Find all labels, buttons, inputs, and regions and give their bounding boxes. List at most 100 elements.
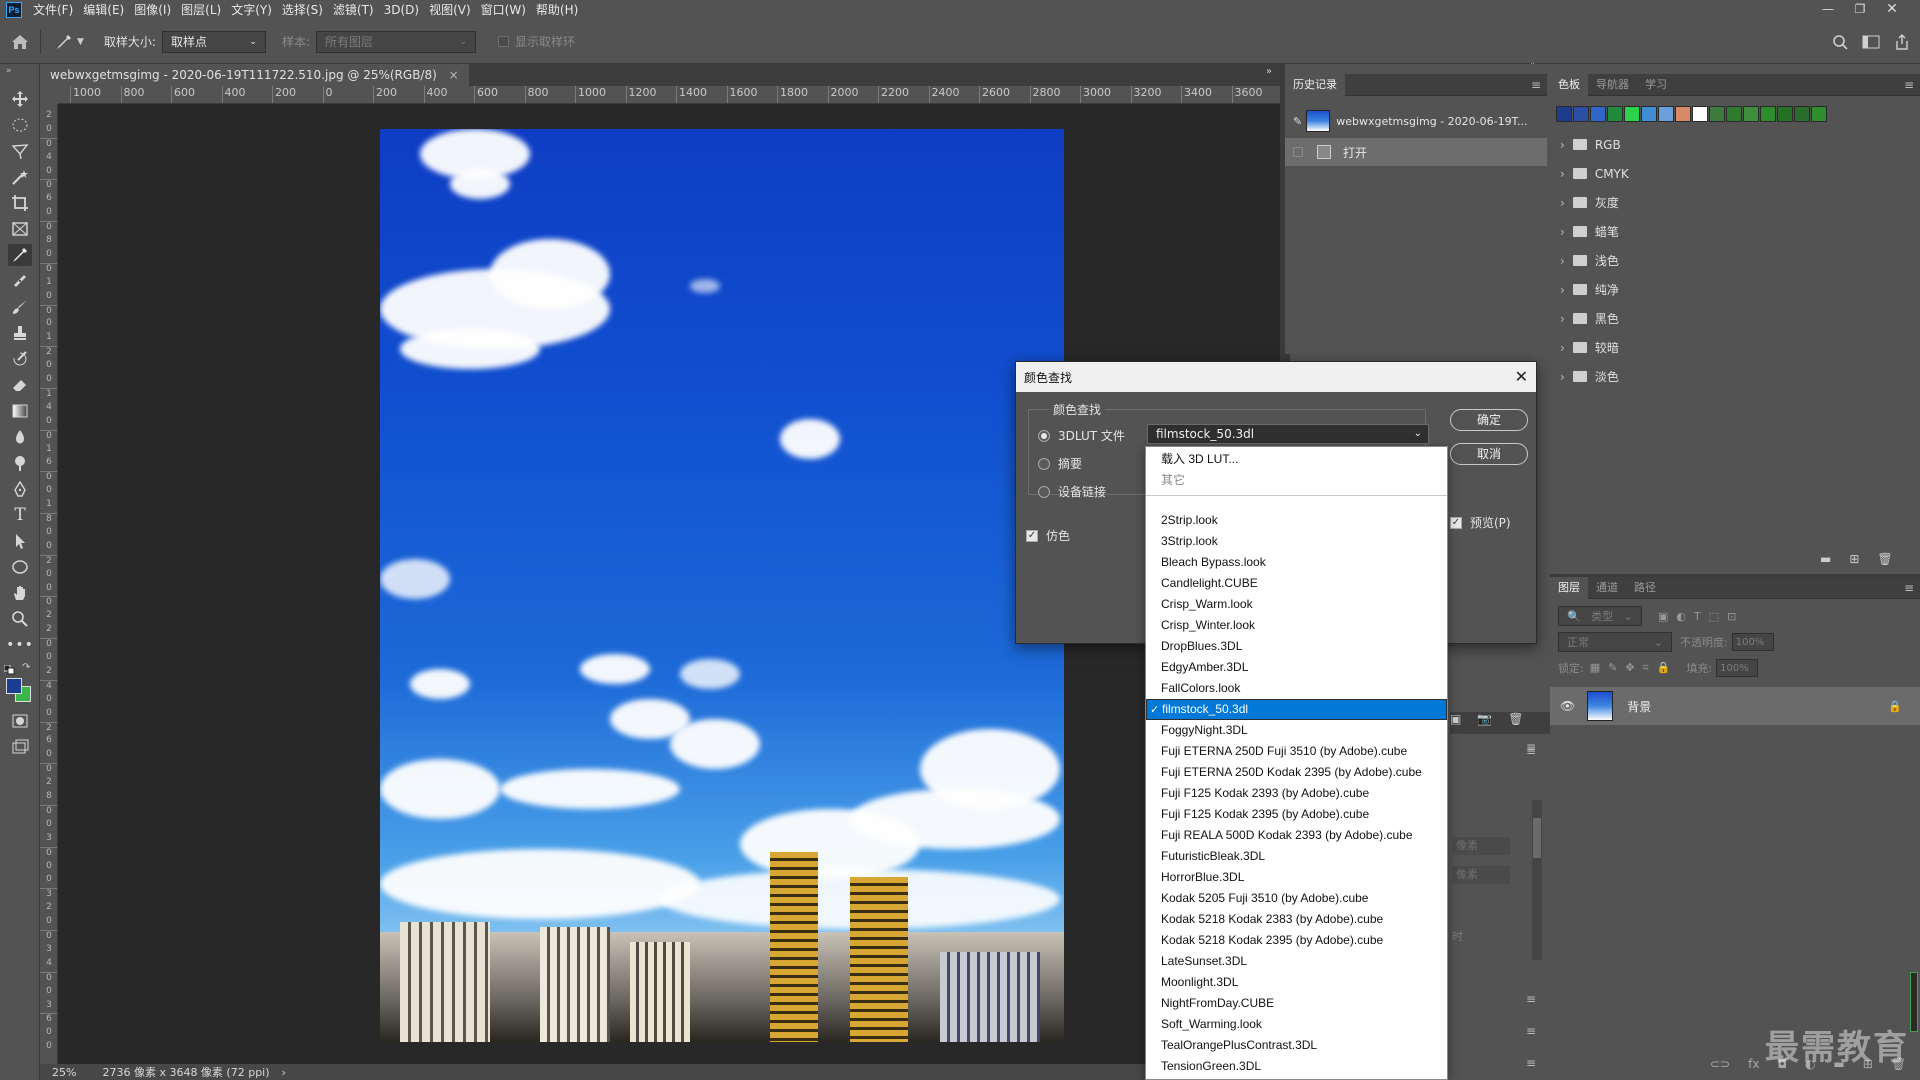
marquee-tool-icon[interactable] [8, 114, 32, 136]
chevron-right-icon[interactable]: › [1560, 196, 1565, 210]
layer-filter-select[interactable]: 🔍 类型 ⌄ [1558, 606, 1642, 626]
lut-item[interactable]: 3Strip.look [1146, 531, 1447, 552]
document-image[interactable] [380, 129, 1064, 1042]
lut-item[interactable]: Kodak 5218 Kodak 2395 (by Adobe).cube [1146, 930, 1447, 951]
option-abstract[interactable]: 摘要 [1038, 455, 1082, 472]
tab-paths[interactable]: 路径 [1626, 577, 1664, 599]
lut-item[interactable]: Fuji ETERNA 250D Fuji 3510 (by Adobe).cu… [1146, 741, 1447, 762]
menu-item[interactable]: 文字(Y) [226, 0, 277, 20]
panel-menu-icon[interactable]: ≡ [1904, 78, 1914, 92]
history-brush-tool-icon[interactable] [8, 348, 32, 370]
chevron-right-icon[interactable]: › [1560, 370, 1565, 384]
dither-option[interactable]: ✓ 仿色 [1026, 527, 1070, 544]
opacity-input[interactable]: 100% [1731, 633, 1774, 651]
color-swatch[interactable] [1794, 106, 1810, 122]
camera-icon[interactable]: 📷 [1477, 712, 1492, 726]
zoom-level[interactable]: 25% [52, 1066, 76, 1079]
new-group-icon[interactable]: ▬ [1820, 552, 1831, 566]
delete-icon[interactable]: 🗑 [1877, 552, 1892, 566]
lut-item[interactable]: Fuji REALA 500D Kodak 2393 (by Adobe).cu… [1146, 825, 1447, 846]
swatch-group[interactable]: › 浅色 [1550, 246, 1920, 275]
tab-history[interactable]: 历史记录 [1285, 73, 1345, 96]
sample-size-select[interactable]: 取样点 ⌄ [161, 30, 266, 53]
history-step[interactable]: 打开 [1285, 138, 1547, 166]
restore-button[interactable]: ❐ [1846, 0, 1874, 20]
lut-item[interactable]: LateSunset.3DL [1146, 951, 1447, 972]
chevron-right-icon[interactable]: › [1560, 312, 1565, 326]
menu-item[interactable]: 3D(D) [379, 0, 424, 20]
lut-item[interactable]: Crisp_Winter.look [1146, 615, 1447, 636]
menu-item[interactable]: 帮助(H) [531, 0, 583, 20]
swatch-group[interactable]: › 纯净 [1550, 275, 1920, 304]
swatch-group[interactable]: › 灰度 [1550, 188, 1920, 217]
lut-item[interactable]: FoggyNight.3DL [1146, 720, 1447, 741]
pen-tool-icon[interactable] [8, 478, 32, 500]
color-swatch[interactable] [1658, 106, 1674, 122]
brush-tool-icon[interactable] [8, 296, 32, 318]
search-icon[interactable] [1832, 34, 1848, 50]
zoom-tool-icon[interactable] [8, 608, 32, 630]
lut-item[interactable]: HorrorBlue.3DL [1146, 867, 1447, 888]
load-3dlut-item[interactable]: 载入 3D LUT... [1146, 449, 1447, 470]
lut-item[interactable]: Fuji ETERNA 250D Kodak 2395 (by Adobe).c… [1146, 762, 1447, 783]
panel-menu-icon[interactable]: ≡ [1526, 992, 1536, 1006]
tab-swatches[interactable]: 色板 [1550, 73, 1588, 96]
lut-item[interactable]: NightFromDay.CUBE [1146, 993, 1447, 1014]
pixel-field-2[interactable]: 像素 [1452, 866, 1510, 884]
crop-tool-icon[interactable] [8, 192, 32, 214]
move-tool-icon[interactable] [8, 88, 32, 110]
history-state-checkbox[interactable] [1293, 147, 1303, 157]
tab-layers[interactable]: 图层 [1550, 576, 1588, 599]
option-3dlut[interactable]: 3DLUT 文件 [1038, 427, 1125, 444]
menu-item[interactable]: 视图(V) [424, 0, 476, 20]
swatch-group[interactable]: › RGB [1550, 130, 1920, 159]
preview-checkbox[interactable]: ✓ [1450, 516, 1462, 529]
hand-tool-icon[interactable] [8, 582, 32, 604]
color-swatch[interactable] [1590, 106, 1606, 122]
eye-icon[interactable]: 👁 [1560, 699, 1575, 713]
color-swatch[interactable] [1811, 106, 1827, 122]
document-tab[interactable]: webwxgetmsgimg - 2020-06-19T111722.510.j… [40, 64, 469, 86]
lut-item[interactable]: DropBlues.3DL [1146, 636, 1447, 657]
menu-item[interactable]: 图像(I) [129, 0, 176, 20]
lut-item[interactable]: TensionGreen.3DL [1146, 1056, 1447, 1077]
lut-item[interactable]: TealOrangePlusContrast.3DL [1146, 1035, 1447, 1056]
swap-colors-icon[interactable]: ↷ [22, 662, 30, 673]
lut-item[interactable]: Crisp_Warm.look [1146, 594, 1447, 615]
dither-checkbox[interactable]: ✓ [1026, 529, 1038, 542]
close-window-button[interactable]: ✕ [1878, 0, 1906, 20]
blur-tool-icon[interactable] [8, 426, 32, 448]
quick-mask-icon[interactable] [8, 710, 32, 732]
expand-toolbar-icon[interactable]: » [6, 66, 12, 76]
layer-row[interactable]: 👁 背景 🔒 [1550, 687, 1920, 725]
color-swatch[interactable] [1573, 106, 1589, 122]
type-tool-icon[interactable]: T [8, 504, 32, 526]
panel-menu-icon[interactable]: ≡ [1531, 78, 1541, 92]
color-swatch[interactable] [1675, 106, 1691, 122]
collapse-panel-icon[interactable]: » [1266, 66, 1272, 77]
chevron-right-icon[interactable]: › [1560, 138, 1565, 152]
menu-item[interactable]: 选择(S) [277, 0, 328, 20]
lut-item[interactable]: Soft_Warming.look [1146, 1014, 1447, 1035]
lut-item[interactable]: Fuji F125 Kodak 2395 (by Adobe).cube [1146, 804, 1447, 825]
panel-menu-icon[interactable]: ≡ [1526, 1056, 1536, 1070]
new-document-icon[interactable]: ▣ [1450, 712, 1461, 726]
scrollbar[interactable] [1532, 800, 1542, 960]
new-swatch-icon[interactable]: ⊞ [1849, 552, 1859, 566]
lut-item[interactable]: Kodak 5205 Fuji 3510 (by Adobe).cube [1146, 888, 1447, 909]
preview-option[interactable]: ✓ 预览(P) [1450, 514, 1511, 531]
path-selection-tool-icon[interactable] [8, 530, 32, 552]
share-icon[interactable] [1894, 33, 1910, 50]
lut-item[interactable]: Kodak 5218 Kodak 2383 (by Adobe).cube [1146, 909, 1447, 930]
chevron-right-icon[interactable]: › [1560, 254, 1565, 268]
tab-navigator[interactable]: 导航器 [1588, 74, 1637, 96]
color-swatch[interactable] [1556, 106, 1572, 122]
close-tab-icon[interactable]: × [449, 68, 459, 82]
screen-mode-icon[interactable] [8, 736, 32, 758]
swatch-group[interactable]: › 黑色 [1550, 304, 1920, 333]
home-icon[interactable] [0, 34, 40, 50]
healing-brush-tool-icon[interactable] [8, 270, 32, 292]
lock-icons[interactable]: ▦✎✥⌗🔒 [1590, 661, 1679, 675]
color-swatch[interactable] [1709, 106, 1725, 122]
foreground-color-swatch[interactable] [6, 678, 22, 694]
